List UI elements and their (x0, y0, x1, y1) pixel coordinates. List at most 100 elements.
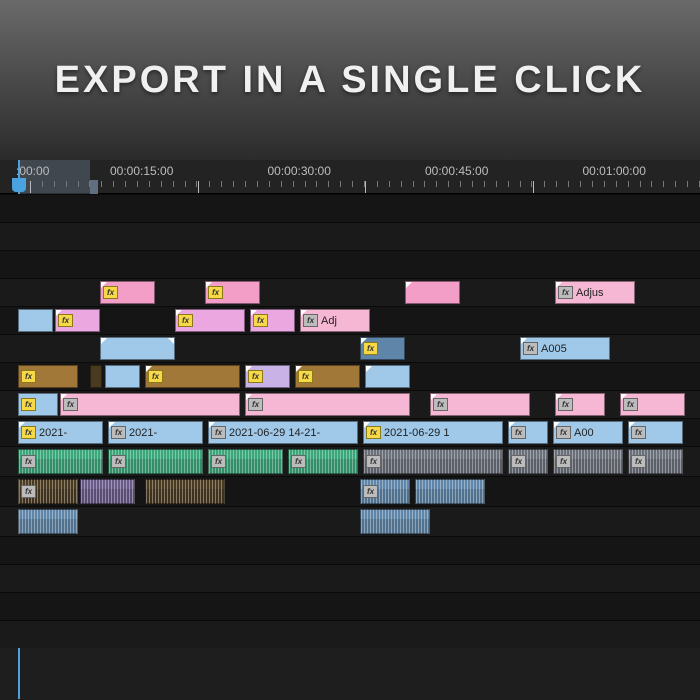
tracks-container: fx fx fxAdjus fx fx fx fxAdj fx fxA005 f… (0, 194, 700, 648)
fx-badge-icon: fx (208, 286, 223, 299)
video-track (0, 194, 700, 222)
fx-badge-icon: fx (363, 342, 378, 355)
fx-badge-icon: fx (58, 314, 73, 327)
audio-clip[interactable] (360, 509, 430, 534)
fx-badge-icon: fx (631, 426, 646, 439)
timeline-panel[interactable]: :00:00 00:00:15:00 00:00:30:00 00:00:45:… (0, 160, 700, 700)
clip[interactable]: fx (18, 365, 78, 388)
clip[interactable]: fx (100, 281, 155, 304)
audio-track (0, 620, 700, 648)
time-ruler[interactable]: :00:00 00:00:15:00 00:00:30:00 00:00:45:… (0, 160, 700, 194)
audio-clip[interactable]: fx (363, 449, 503, 474)
fx-badge-icon: fx (291, 455, 306, 468)
clip[interactable]: fx (205, 281, 260, 304)
clip[interactable]: fx (360, 337, 405, 360)
clip[interactable]: fx (245, 365, 290, 388)
audio-clip[interactable] (415, 479, 485, 504)
audio-clip[interactable] (80, 479, 135, 504)
audio-clip[interactable] (145, 479, 225, 504)
fx-badge-icon: fx (366, 426, 381, 439)
clip[interactable]: fx (18, 393, 58, 416)
clip[interactable]: fx2021-06-29 1 (363, 421, 503, 444)
fx-badge-icon: fx (148, 370, 163, 383)
audio-clip[interactable]: fx (360, 479, 410, 504)
fx-badge-icon: fx (21, 485, 36, 498)
clip[interactable]: fxAdj (300, 309, 370, 332)
fx-badge-icon: fx (298, 370, 313, 383)
fx-badge-icon: fx (211, 426, 226, 439)
banner-title: EXPORT IN A SINGLE CLICK (55, 59, 646, 102)
audio-clip[interactable]: fx (208, 449, 283, 474)
audio-clip[interactable]: fx (18, 479, 78, 504)
clip[interactable] (90, 365, 102, 388)
audio-clip[interactable]: fx (553, 449, 623, 474)
clip[interactable]: fx (620, 393, 685, 416)
fx-badge-icon: fx (511, 426, 526, 439)
clip[interactable]: fx2021- (108, 421, 203, 444)
clip[interactable] (105, 365, 140, 388)
fx-badge-icon: fx (103, 286, 118, 299)
audio-clip[interactable] (18, 509, 78, 534)
audio-track[interactable] (0, 506, 700, 536)
clip[interactable]: fx (245, 393, 410, 416)
clip[interactable] (405, 281, 460, 304)
clip[interactable]: fx (430, 393, 530, 416)
timecode-mark: 00:00:15:00 (110, 164, 173, 178)
fx-badge-icon: fx (433, 398, 448, 411)
fx-badge-icon: fx (523, 342, 538, 355)
fx-badge-icon: fx (248, 398, 263, 411)
fx-badge-icon: fx (178, 314, 193, 327)
clip[interactable]: fxA005 (520, 337, 610, 360)
audio-clip[interactable]: fx (288, 449, 358, 474)
clip[interactable]: fx (628, 421, 683, 444)
fx-badge-icon: fx (21, 426, 36, 439)
clip[interactable] (365, 365, 410, 388)
fx-badge-icon: fx (253, 314, 268, 327)
video-track[interactable]: fx fx fx fxAdj (0, 306, 700, 334)
audio-track[interactable]: fx fx (0, 476, 700, 506)
audio-clip[interactable]: fx (508, 449, 548, 474)
video-track[interactable]: fx2021- fx2021- fx2021-06-29 14-21- fx20… (0, 418, 700, 446)
fx-badge-icon: fx (21, 370, 36, 383)
video-track (0, 222, 700, 250)
clip[interactable]: fx (145, 365, 240, 388)
timecode-mark: 00:01:00:00 (583, 164, 646, 178)
clip[interactable]: fx (175, 309, 245, 332)
video-track[interactable]: fx fx fx fx fx fx (0, 390, 700, 418)
clip[interactable]: fx2021-06-29 14-21- (208, 421, 358, 444)
fx-badge-icon: fx (303, 314, 318, 327)
clip[interactable]: fx (55, 309, 100, 332)
clip[interactable]: fx (555, 393, 605, 416)
video-track[interactable]: fx fx fxAdjus (0, 278, 700, 306)
fx-badge-icon: fx (21, 455, 36, 468)
video-track (0, 250, 700, 278)
fx-badge-icon: fx (511, 455, 526, 468)
fx-badge-icon: fx (558, 286, 573, 299)
fx-badge-icon: fx (21, 398, 36, 411)
clip[interactable]: fx (295, 365, 360, 388)
clip[interactable]: fx (508, 421, 548, 444)
clip[interactable]: fx2021- (18, 421, 103, 444)
clip[interactable]: fxA00 (553, 421, 623, 444)
clip[interactable] (100, 337, 175, 360)
video-track[interactable]: fx fx fx fx (0, 362, 700, 390)
clip[interactable]: fx (250, 309, 295, 332)
audio-track (0, 536, 700, 564)
video-track[interactable]: fx fxA005 (0, 334, 700, 362)
audio-track (0, 564, 700, 592)
fx-badge-icon: fx (248, 370, 263, 383)
fx-badge-icon: fx (363, 485, 378, 498)
audio-track[interactable]: fx fx fx fx fx fx fx fx (0, 446, 700, 476)
audio-clip[interactable]: fx (628, 449, 683, 474)
audio-track (0, 592, 700, 620)
audio-clip[interactable]: fx (108, 449, 203, 474)
fx-badge-icon: fx (111, 455, 126, 468)
fx-badge-icon: fx (211, 455, 226, 468)
clip[interactable]: fx (60, 393, 240, 416)
audio-clip[interactable]: fx (18, 449, 103, 474)
fx-badge-icon: fx (556, 455, 571, 468)
fx-badge-icon: fx (558, 398, 573, 411)
fx-badge-icon: fx (623, 398, 638, 411)
clip[interactable]: fxAdjus (555, 281, 635, 304)
clip[interactable] (18, 309, 53, 332)
